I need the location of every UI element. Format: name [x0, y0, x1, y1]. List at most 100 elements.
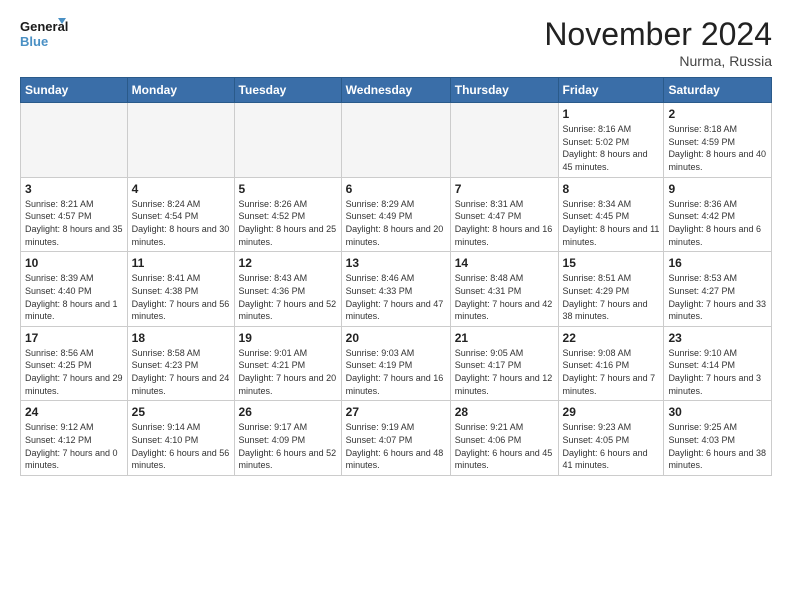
day-number: 5	[239, 181, 337, 197]
day-number: 8	[563, 181, 660, 197]
table-row: 11Sunrise: 8:41 AM Sunset: 4:38 PM Dayli…	[127, 252, 234, 327]
table-row	[127, 103, 234, 178]
day-number: 1	[563, 106, 660, 122]
table-row	[21, 103, 128, 178]
table-row: 22Sunrise: 9:08 AM Sunset: 4:16 PM Dayli…	[558, 326, 664, 401]
day-number: 21	[455, 330, 554, 346]
calendar-week-row: 24Sunrise: 9:12 AM Sunset: 4:12 PM Dayli…	[21, 401, 772, 476]
table-row: 16Sunrise: 8:53 AM Sunset: 4:27 PM Dayli…	[664, 252, 772, 327]
table-row: 23Sunrise: 9:10 AM Sunset: 4:14 PM Dayli…	[664, 326, 772, 401]
table-row: 14Sunrise: 8:48 AM Sunset: 4:31 PM Dayli…	[450, 252, 558, 327]
day-info: Sunrise: 9:10 AM Sunset: 4:14 PM Dayligh…	[668, 347, 767, 397]
logo: General Blue	[20, 16, 70, 52]
col-saturday: Saturday	[664, 78, 772, 103]
day-number: 17	[25, 330, 123, 346]
table-row: 19Sunrise: 9:01 AM Sunset: 4:21 PM Dayli…	[234, 326, 341, 401]
day-info: Sunrise: 9:12 AM Sunset: 4:12 PM Dayligh…	[25, 421, 123, 471]
table-row: 12Sunrise: 8:43 AM Sunset: 4:36 PM Dayli…	[234, 252, 341, 327]
day-number: 10	[25, 255, 123, 271]
day-info: Sunrise: 8:16 AM Sunset: 5:02 PM Dayligh…	[563, 123, 660, 173]
day-number: 2	[668, 106, 767, 122]
month-title: November 2024	[544, 16, 772, 53]
calendar-week-row: 10Sunrise: 8:39 AM Sunset: 4:40 PM Dayli…	[21, 252, 772, 327]
table-row: 7Sunrise: 8:31 AM Sunset: 4:47 PM Daylig…	[450, 177, 558, 252]
day-number: 6	[346, 181, 446, 197]
day-number: 20	[346, 330, 446, 346]
title-block: November 2024 Nurma, Russia	[544, 16, 772, 69]
calendar-header-row: Sunday Monday Tuesday Wednesday Thursday…	[21, 78, 772, 103]
table-row: 30Sunrise: 9:25 AM Sunset: 4:03 PM Dayli…	[664, 401, 772, 476]
table-row: 21Sunrise: 9:05 AM Sunset: 4:17 PM Dayli…	[450, 326, 558, 401]
day-info: Sunrise: 8:31 AM Sunset: 4:47 PM Dayligh…	[455, 198, 554, 248]
day-info: Sunrise: 8:56 AM Sunset: 4:25 PM Dayligh…	[25, 347, 123, 397]
day-info: Sunrise: 9:03 AM Sunset: 4:19 PM Dayligh…	[346, 347, 446, 397]
table-row: 1Sunrise: 8:16 AM Sunset: 5:02 PM Daylig…	[558, 103, 664, 178]
day-number: 27	[346, 404, 446, 420]
day-number: 16	[668, 255, 767, 271]
day-number: 22	[563, 330, 660, 346]
col-thursday: Thursday	[450, 78, 558, 103]
day-info: Sunrise: 8:26 AM Sunset: 4:52 PM Dayligh…	[239, 198, 337, 248]
day-number: 30	[668, 404, 767, 420]
day-info: Sunrise: 8:36 AM Sunset: 4:42 PM Dayligh…	[668, 198, 767, 248]
day-info: Sunrise: 9:17 AM Sunset: 4:09 PM Dayligh…	[239, 421, 337, 471]
table-row: 10Sunrise: 8:39 AM Sunset: 4:40 PM Dayli…	[21, 252, 128, 327]
table-row: 25Sunrise: 9:14 AM Sunset: 4:10 PM Dayli…	[127, 401, 234, 476]
day-number: 12	[239, 255, 337, 271]
table-row: 17Sunrise: 8:56 AM Sunset: 4:25 PM Dayli…	[21, 326, 128, 401]
day-info: Sunrise: 9:14 AM Sunset: 4:10 PM Dayligh…	[132, 421, 230, 471]
calendar-week-row: 17Sunrise: 8:56 AM Sunset: 4:25 PM Dayli…	[21, 326, 772, 401]
svg-text:Blue: Blue	[20, 34, 48, 49]
table-row	[234, 103, 341, 178]
day-info: Sunrise: 9:19 AM Sunset: 4:07 PM Dayligh…	[346, 421, 446, 471]
table-row: 20Sunrise: 9:03 AM Sunset: 4:19 PM Dayli…	[341, 326, 450, 401]
day-number: 14	[455, 255, 554, 271]
day-number: 29	[563, 404, 660, 420]
day-info: Sunrise: 8:46 AM Sunset: 4:33 PM Dayligh…	[346, 272, 446, 322]
col-sunday: Sunday	[21, 78, 128, 103]
day-number: 11	[132, 255, 230, 271]
day-number: 9	[668, 181, 767, 197]
day-number: 19	[239, 330, 337, 346]
day-info: Sunrise: 8:24 AM Sunset: 4:54 PM Dayligh…	[132, 198, 230, 248]
day-number: 25	[132, 404, 230, 420]
calendar-week-row: 1Sunrise: 8:16 AM Sunset: 5:02 PM Daylig…	[21, 103, 772, 178]
col-tuesday: Tuesday	[234, 78, 341, 103]
day-info: Sunrise: 9:08 AM Sunset: 4:16 PM Dayligh…	[563, 347, 660, 397]
table-row: 3Sunrise: 8:21 AM Sunset: 4:57 PM Daylig…	[21, 177, 128, 252]
day-number: 3	[25, 181, 123, 197]
day-number: 24	[25, 404, 123, 420]
day-number: 26	[239, 404, 337, 420]
day-number: 15	[563, 255, 660, 271]
page-header: General Blue November 2024 Nurma, Russia	[20, 16, 772, 69]
day-info: Sunrise: 8:39 AM Sunset: 4:40 PM Dayligh…	[25, 272, 123, 322]
day-info: Sunrise: 8:58 AM Sunset: 4:23 PM Dayligh…	[132, 347, 230, 397]
calendar-week-row: 3Sunrise: 8:21 AM Sunset: 4:57 PM Daylig…	[21, 177, 772, 252]
col-friday: Friday	[558, 78, 664, 103]
day-info: Sunrise: 8:43 AM Sunset: 4:36 PM Dayligh…	[239, 272, 337, 322]
day-info: Sunrise: 8:51 AM Sunset: 4:29 PM Dayligh…	[563, 272, 660, 322]
day-number: 13	[346, 255, 446, 271]
col-monday: Monday	[127, 78, 234, 103]
day-info: Sunrise: 9:25 AM Sunset: 4:03 PM Dayligh…	[668, 421, 767, 471]
day-info: Sunrise: 8:29 AM Sunset: 4:49 PM Dayligh…	[346, 198, 446, 248]
table-row: 26Sunrise: 9:17 AM Sunset: 4:09 PM Dayli…	[234, 401, 341, 476]
location: Nurma, Russia	[544, 53, 772, 69]
table-row: 5Sunrise: 8:26 AM Sunset: 4:52 PM Daylig…	[234, 177, 341, 252]
table-row: 6Sunrise: 8:29 AM Sunset: 4:49 PM Daylig…	[341, 177, 450, 252]
table-row: 13Sunrise: 8:46 AM Sunset: 4:33 PM Dayli…	[341, 252, 450, 327]
day-number: 28	[455, 404, 554, 420]
table-row: 4Sunrise: 8:24 AM Sunset: 4:54 PM Daylig…	[127, 177, 234, 252]
day-info: Sunrise: 9:23 AM Sunset: 4:05 PM Dayligh…	[563, 421, 660, 471]
day-info: Sunrise: 9:05 AM Sunset: 4:17 PM Dayligh…	[455, 347, 554, 397]
table-row: 24Sunrise: 9:12 AM Sunset: 4:12 PM Dayli…	[21, 401, 128, 476]
table-row	[341, 103, 450, 178]
table-row: 18Sunrise: 8:58 AM Sunset: 4:23 PM Dayli…	[127, 326, 234, 401]
table-row: 2Sunrise: 8:18 AM Sunset: 4:59 PM Daylig…	[664, 103, 772, 178]
day-info: Sunrise: 8:21 AM Sunset: 4:57 PM Dayligh…	[25, 198, 123, 248]
day-info: Sunrise: 8:41 AM Sunset: 4:38 PM Dayligh…	[132, 272, 230, 322]
table-row: 8Sunrise: 8:34 AM Sunset: 4:45 PM Daylig…	[558, 177, 664, 252]
day-number: 4	[132, 181, 230, 197]
table-row: 9Sunrise: 8:36 AM Sunset: 4:42 PM Daylig…	[664, 177, 772, 252]
day-number: 18	[132, 330, 230, 346]
